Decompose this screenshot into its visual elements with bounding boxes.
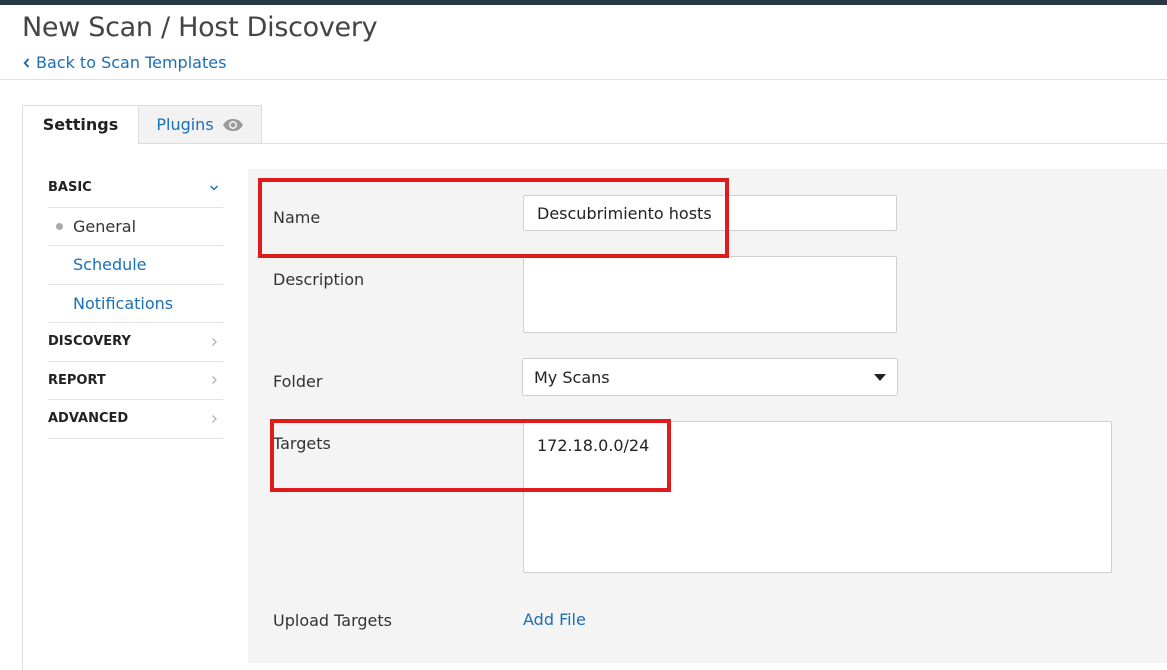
chevron-left-icon (23, 57, 30, 68)
description-label: Description (273, 270, 365, 289)
active-bullet-icon (56, 223, 63, 231)
sidebar-item-schedule[interactable]: Schedule (48, 246, 223, 285)
folder-select[interactable]: My Scans (522, 358, 898, 396)
sidebar-item-notifications[interactable]: Notifications (48, 285, 223, 323)
tab-plugins-label: Plugins (156, 115, 214, 134)
chevron-right-icon (212, 337, 217, 346)
sidebar-section-label: REPORT (48, 372, 106, 388)
add-file-link[interactable]: Add File (523, 610, 586, 629)
targets-field[interactable]: 172.18.0.0/24 (523, 421, 1112, 573)
chevron-right-icon (212, 376, 217, 385)
top-bar (0, 0, 1167, 5)
eye-icon (222, 118, 243, 131)
name-field[interactable]: Descubrimiento hosts (523, 195, 897, 231)
folder-select-value: My Scans (534, 367, 610, 387)
sidebar-section-label: DISCOVERY (48, 334, 131, 350)
upload-targets-label: Upload Targets (273, 611, 392, 630)
header-divider (0, 79, 1167, 80)
chevron-right-icon (212, 414, 217, 423)
description-field[interactable] (523, 256, 897, 333)
sidebar-section-discovery[interactable]: DISCOVERY (48, 323, 223, 362)
sidebar-section-label: ADVANCED (48, 411, 129, 427)
page-title: New Scan / Host Discovery (22, 12, 378, 43)
tab-settings-label: Settings (42, 115, 119, 134)
sidebar-item-general[interactable]: General (48, 208, 223, 246)
caret-down-icon (874, 373, 886, 381)
tab-settings[interactable]: Settings (22, 105, 139, 144)
sidebar-section-advanced[interactable]: ADVANCED (48, 400, 223, 439)
settings-form-panel (248, 169, 1167, 663)
sidebar-section-label: BASIC (48, 180, 92, 196)
sidebar-item-label: Notifications (73, 293, 174, 313)
tab-plugins[interactable]: Plugins (138, 105, 262, 144)
back-to-templates-link[interactable]: Back to Scan Templates (23, 53, 226, 72)
chevron-down-icon (210, 185, 218, 191)
sidebar-section-report[interactable]: REPORT (48, 362, 223, 400)
folder-label: Folder (273, 372, 323, 391)
settings-sidebar: BASIC General Schedule Notifications DIS… (48, 169, 223, 439)
name-label: Name (273, 208, 321, 227)
targets-label: Targets (273, 434, 331, 453)
sidebar-item-label: Schedule (73, 255, 147, 275)
back-link-label: Back to Scan Templates (36, 53, 227, 72)
sidebar-section-basic[interactable]: BASIC (48, 169, 223, 208)
sidebar-item-label: General (73, 216, 137, 236)
content-left-border (22, 143, 23, 670)
